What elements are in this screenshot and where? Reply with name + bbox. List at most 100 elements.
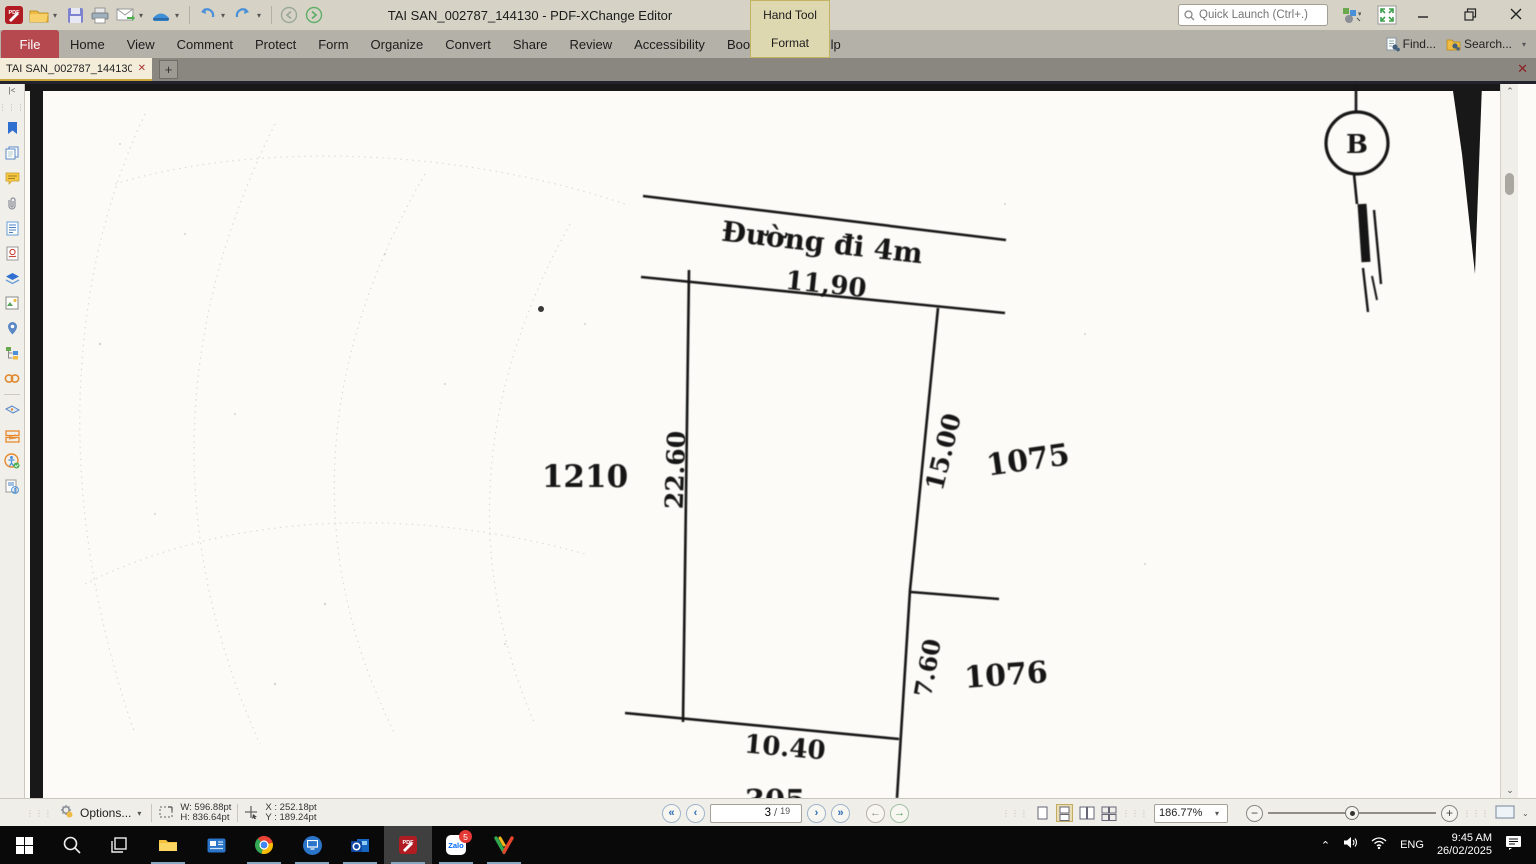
panel-handle[interactable]: ⋮⋮⋮ [0,103,26,112]
close-document-icon[interactable]: ✕ [1517,61,1528,77]
links-icon[interactable] [3,369,21,387]
tab-protect[interactable]: Protect [244,30,307,58]
language-indicator[interactable]: ENG [1400,839,1424,851]
destinations-icon[interactable] [3,319,21,337]
tab-comment[interactable]: Comment [166,30,244,58]
zoom-in-button[interactable]: + [1441,805,1458,822]
volume-icon[interactable] [1343,836,1358,854]
open-button[interactable] [28,4,50,26]
wifi-icon[interactable] [1371,836,1387,854]
vertical-scrollbar[interactable]: ⌃ ⌄ [1500,84,1518,798]
tray-expand-icon[interactable]: ⌃ [1321,839,1330,852]
continuous-layout-icon[interactable] [1056,804,1073,822]
start-button[interactable] [0,826,48,864]
scan-dropdown[interactable]: ▾ [175,11,183,20]
task-view-icon[interactable] [96,826,144,864]
layers-icon[interactable] [3,269,21,287]
tab-convert[interactable]: Convert [434,30,502,58]
document-viewport[interactable]: Đường đi 4m 11,90 22.60 15.00 7.60 10.40… [25,84,1518,798]
fields-icon[interactable] [3,294,21,312]
zoom-slider[interactable] [1268,804,1436,822]
fit-dropdown[interactable]: ⌄ [1522,809,1530,818]
tab-close-icon[interactable]: ✕ [138,63,146,74]
minimize-button[interactable] [1403,0,1443,28]
scan-button[interactable] [150,4,172,26]
compare-icon[interactable] [3,427,21,445]
options-dropdown[interactable]: ▾ [137,809,145,818]
restore-button[interactable] [1450,0,1490,28]
outlook-icon[interactable] [336,826,384,864]
attachments-icon[interactable] [3,194,21,212]
print-button[interactable] [89,4,111,26]
next-view-button[interactable]: → [890,804,909,823]
save-button[interactable] [64,4,86,26]
full-screen-icon[interactable] [1374,3,1400,27]
last-page-button[interactable]: » [831,804,850,823]
tab-accessibility[interactable]: Accessibility [623,30,716,58]
new-tab-button[interactable]: + [159,60,178,79]
accessibility-check-icon[interactable] [3,452,21,470]
tab-form[interactable]: Form [307,30,359,58]
accessibility-report-icon[interactable] [3,477,21,495]
options-button[interactable]: Options... [80,806,131,820]
contacts-app-icon[interactable] [192,826,240,864]
scrollbar-thumb[interactable] [1505,173,1514,195]
next-page-button[interactable]: › [807,804,826,823]
previous-view-icon[interactable] [278,4,300,26]
zalo-icon[interactable]: Zalo 5 [432,826,480,864]
page-number-input[interactable] [716,807,771,819]
options-gear-icon[interactable] [59,804,74,822]
search-button[interactable]: Search... [1446,37,1512,51]
action-center-icon[interactable] [1505,835,1522,855]
two-page-continuous-icon[interactable] [1100,804,1117,822]
taskbar-search-icon[interactable] [48,826,96,864]
structure-icon[interactable] [3,344,21,362]
email-button[interactable] [114,4,136,26]
redo-icon[interactable] [232,4,254,26]
v-app-icon[interactable] [480,826,528,864]
previous-page-button[interactable]: ‹ [686,804,705,823]
next-view-icon[interactable] [303,4,325,26]
chrome-icon[interactable] [240,826,288,864]
thumbnails-icon[interactable] [3,144,21,162]
tab-share[interactable]: Share [502,30,559,58]
first-page-button[interactable]: « [662,804,681,823]
tab-review[interactable]: Review [559,30,624,58]
taskbar-clock[interactable]: 9:45 AM 26/02/2025 [1437,832,1492,858]
scroll-down-icon[interactable]: ⌄ [1501,785,1518,796]
zoom-dropdown[interactable]: ▾ [1215,809,1223,818]
fit-page-icon[interactable] [1495,804,1517,823]
tab-file[interactable]: File [1,30,59,58]
file-explorer-icon[interactable] [144,826,192,864]
previous-view-button[interactable]: ← [866,804,885,823]
comments-icon[interactable] [3,169,21,187]
tab-view[interactable]: View [116,30,166,58]
zoom-handle[interactable]: ⋮⋮⋮ [1122,809,1149,818]
two-page-layout-icon[interactable] [1078,804,1095,822]
hand-tool-tab[interactable]: Hand Tool [751,1,829,29]
scroll-up-icon[interactable]: ⌃ [1501,86,1518,97]
open-dropdown[interactable]: ▾ [53,11,61,20]
quick-launch-input[interactable] [1199,9,1319,21]
bookmarks-icon[interactable] [3,119,21,137]
email-dropdown[interactable]: ▾ [139,11,147,20]
find-search-dropdown[interactable]: ▾ [1522,40,1530,49]
find-button[interactable]: Find... [1386,37,1436,52]
page-number-box[interactable]: / 19 [710,804,802,823]
signatures-icon[interactable] [3,244,21,262]
zoom-slider-knob[interactable] [1345,806,1359,820]
redo-dropdown[interactable]: ▾ [257,11,265,20]
zoom-out-button[interactable]: − [1246,805,1263,822]
tab-home[interactable]: Home [59,30,116,58]
fit-handle[interactable]: ⋮⋮⋮ [1463,809,1490,818]
document-tab-active[interactable]: TAI SAN_002787_144130 ✕ [0,58,152,81]
launch-apps-icon[interactable]: ▾ [1338,3,1364,27]
undo-icon[interactable] [196,4,218,26]
remote-desktop-app-icon[interactable] [288,826,336,864]
statusbar-handle[interactable]: ⋮⋮⋮ [26,809,53,818]
pdf-xchange-taskbar-icon[interactable]: PDF [384,826,432,864]
zoom-level-box[interactable]: 186.77% ▾ [1154,804,1228,823]
format-tab[interactable]: Format [751,29,829,57]
quick-launch-box[interactable] [1178,4,1328,26]
close-button[interactable] [1496,0,1536,28]
